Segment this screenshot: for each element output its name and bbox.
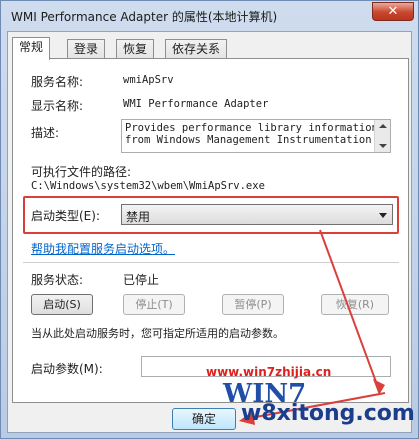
watermark-logo: WIN7 w8xitong.com — [223, 379, 419, 429]
watermark-url: www.win7zhijia.cn — [206, 365, 332, 379]
watermark-logo-sub: w8xitong.com — [241, 401, 415, 426]
properties-dialog: WMI Performance Adapter 的属性(本地计算机) ✕ 常规 … — [0, 0, 419, 439]
tab-general[interactable]: 常规 — [12, 37, 51, 60]
